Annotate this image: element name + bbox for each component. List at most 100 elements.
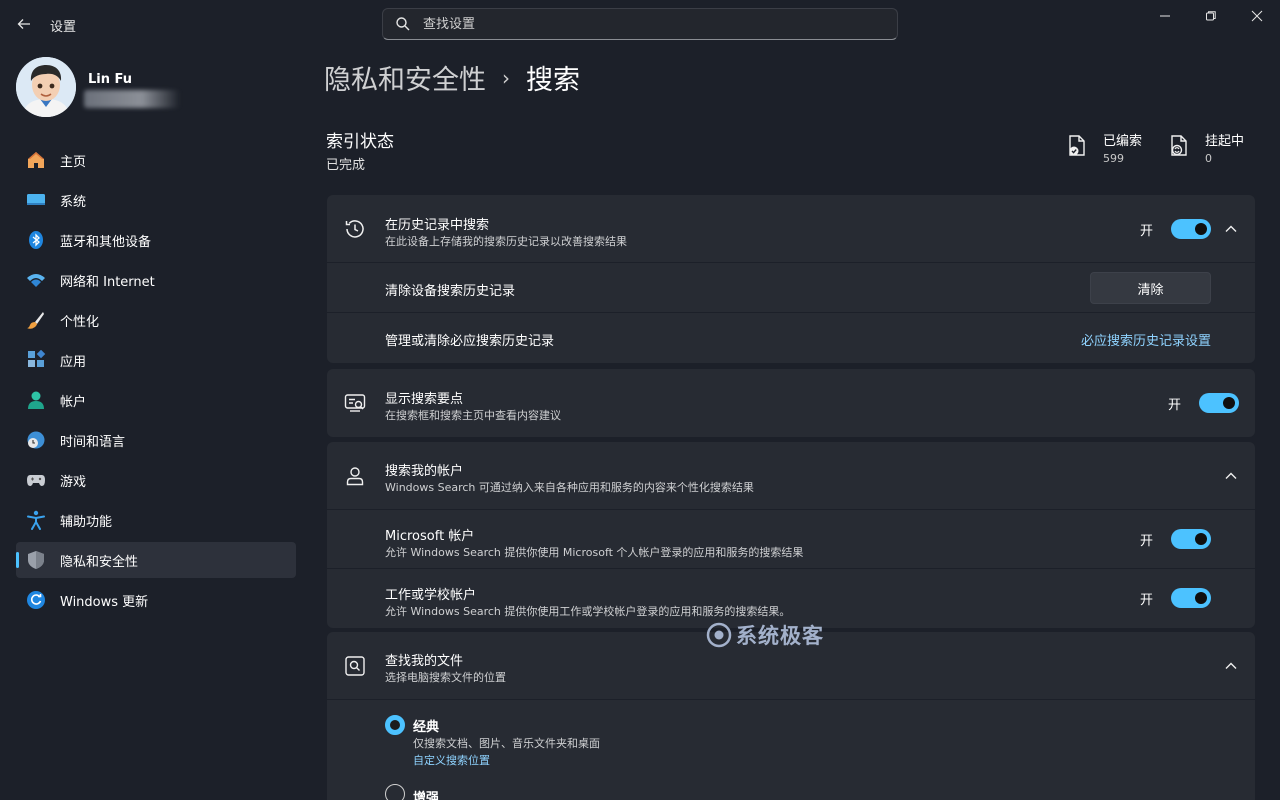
search-icon (396, 17, 410, 31)
sidebar-item-privacy-security[interactable]: 隐私和安全性 (16, 542, 296, 578)
search-highlights-title: 显示搜索要点 (385, 392, 464, 407)
close-button[interactable] (1234, 0, 1280, 32)
avatar-illustration-icon (16, 57, 76, 117)
app-title: 设置 (50, 20, 77, 35)
search-accounts-card: 搜索我的帐户 Windows Search 可通过纳入来自各种应用和服务的内容来… (327, 442, 1255, 628)
document-check-icon (1069, 135, 1085, 156)
sidebar-item-bluetooth[interactable]: 蓝牙和其他设备 (16, 222, 296, 258)
minimize-button[interactable] (1142, 0, 1188, 32)
breadcrumb: 隐私和安全性 › 搜索 (324, 58, 580, 97)
sidebar-item-gaming[interactable]: 游戏 (16, 462, 296, 498)
title-bar: 设置 (0, 0, 1280, 48)
back-arrow-icon (17, 19, 30, 29)
document-sync-icon (1171, 135, 1187, 156)
sidebar-item-network[interactable]: 网络和 Internet (16, 262, 296, 298)
search-highlights-toggle-wrap: 开 (1168, 393, 1239, 413)
sidebar-item-system[interactable]: 系统 (16, 182, 296, 218)
chevron-up-icon[interactable] (1223, 221, 1239, 237)
sidebar-item-personalization[interactable]: 个性化 (16, 302, 296, 338)
work-school-account-toggle[interactable] (1171, 588, 1211, 608)
find-my-files-desc: 选择电脑搜索文件的位置 (385, 671, 506, 684)
work-school-account-toggle-wrap: 开 (1140, 588, 1211, 608)
clear-button[interactable]: 清除 (1090, 272, 1211, 304)
system-icon (26, 190, 46, 210)
update-icon (26, 590, 46, 610)
microsoft-account-toggle-wrap: 开 (1140, 529, 1211, 549)
index-status-value: 已完成 (326, 158, 366, 173)
sidebar-item-time-language[interactable]: 时间和语言 (16, 422, 296, 458)
bluetooth-icon (26, 230, 46, 250)
bing-history-settings-link[interactable]: 必应搜索历史记录设置 (1081, 330, 1211, 349)
sidebar-item-apps[interactable]: 应用 (16, 342, 296, 378)
accessibility-icon (26, 510, 46, 530)
clock-globe-icon (26, 430, 46, 450)
index-status-title: 索引状态 (326, 132, 394, 152)
chevron-up-icon[interactable] (1223, 468, 1239, 484)
watermark: 系统极客 (706, 620, 824, 650)
sidebar-item-windows-update[interactable]: Windows 更新 (16, 582, 296, 618)
classic-desc: 仅搜索文档、图片、音乐文件夹和桌面 (413, 737, 600, 750)
search-history-title: 在历史记录中搜索 (385, 218, 490, 233)
file-search-icon (345, 656, 365, 676)
search-history-card: 在历史记录中搜索 在此设备上存储我的搜索历史记录以改善搜索结果 开 清除设备搜索… (327, 195, 1255, 363)
brush-icon (26, 310, 46, 330)
page-title: 搜索 (526, 65, 580, 96)
account-icon (26, 390, 46, 410)
search-accounts-row[interactable]: 搜索我的帐户 Windows Search 可通过纳入来自各种应用和服务的内容来… (327, 442, 1255, 510)
find-my-files-card: 查找我的文件 选择电脑搜索文件的位置 经典 仅搜索文档、图片、音乐文件夹和桌面 … (327, 632, 1255, 800)
customize-search-locations-link[interactable]: 自定义搜索位置 (413, 752, 490, 768)
close-icon (1251, 10, 1263, 22)
search-highlights-icon (344, 394, 366, 412)
search-highlights-card: 显示搜索要点 在搜索框和搜索主页中查看内容建议 开 (327, 369, 1255, 437)
work-school-account-desc: 允许 Windows Search 提供你使用工作或学校帐户登录的应用和服务的搜… (385, 605, 791, 618)
breadcrumb-separator: › (502, 65, 510, 90)
classic-radio[interactable] (385, 715, 405, 735)
sidebar-item-accessibility[interactable]: 辅助功能 (16, 502, 296, 538)
history-icon (345, 220, 364, 238)
search-history-desc: 在此设备上存储我的搜索历史记录以改善搜索结果 (385, 235, 627, 248)
breadcrumb-parent[interactable]: 隐私和安全性 (324, 58, 486, 97)
search-input[interactable] (423, 16, 863, 32)
shield-icon (26, 550, 46, 570)
microsoft-account-desc: 允许 Windows Search 提供你使用 Microsoft 个人帐户登录… (385, 546, 804, 559)
restore-icon (1206, 11, 1216, 21)
manage-bing-history-row: 管理或清除必应搜索历史记录 必应搜索历史记录设置 (327, 313, 1255, 363)
sidebar-nav: 主页 系统 蓝牙和其他设备 网络和 Internet 个性化 应用 帐户 时间和… (16, 142, 296, 622)
search-accounts-desc: Windows Search 可通过纳入来自各种应用和服务的内容来个性化搜索结果 (385, 481, 754, 494)
indexed-stat: 已编索 599 (1065, 130, 1142, 165)
settings-search-box[interactable] (382, 8, 898, 40)
home-icon (26, 150, 46, 170)
manage-bing-history-title: 管理或清除必应搜索历史记录 (385, 334, 555, 349)
wifi-icon (26, 270, 46, 290)
work-school-account-title: 工作或学校帐户 (385, 588, 477, 603)
chevron-up-icon[interactable] (1223, 658, 1239, 674)
pending-stat: 挂起中 0 (1167, 130, 1244, 165)
search-history-toggle[interactable] (1171, 219, 1211, 239)
search-highlights-desc: 在搜索框和搜索主页中查看内容建议 (385, 409, 561, 422)
search-history-toggle-wrap: 开 (1140, 219, 1211, 239)
search-history-row[interactable]: 在历史记录中搜索 在此设备上存储我的搜索历史记录以改善搜索结果 开 (327, 195, 1255, 263)
clear-history-row: 清除设备搜索历史记录 清除 (327, 263, 1255, 313)
restore-button[interactable] (1188, 0, 1234, 32)
apps-icon (26, 350, 46, 370)
search-mode-options: 经典 仅搜索文档、图片、音乐文件夹和桌面 自定义搜索位置 增强 (327, 700, 1255, 800)
search-highlights-toggle[interactable] (1199, 393, 1239, 413)
back-button[interactable] (10, 10, 38, 38)
microsoft-account-toggle[interactable] (1171, 529, 1211, 549)
clear-history-title: 清除设备搜索历史记录 (385, 284, 516, 299)
microsoft-account-title: Microsoft 帐户 (385, 529, 475, 544)
watermark-logo-icon (706, 622, 732, 648)
classic-title: 经典 (413, 720, 440, 735)
search-highlights-row[interactable]: 显示搜索要点 在搜索框和搜索主页中查看内容建议 开 (327, 369, 1255, 437)
find-my-files-title: 查找我的文件 (385, 654, 464, 669)
search-accounts-title: 搜索我的帐户 (385, 464, 464, 479)
enhanced-title: 增强 (413, 791, 440, 800)
avatar (16, 57, 76, 117)
user-profile[interactable]: Lin Fu (16, 57, 180, 117)
enhanced-radio[interactable] (385, 784, 405, 800)
sidebar-item-home[interactable]: 主页 (16, 142, 296, 178)
user-email-blurred (84, 90, 180, 108)
sidebar-item-accounts[interactable]: 帐户 (16, 382, 296, 418)
person-icon (346, 467, 364, 486)
user-name: Lin Fu (88, 72, 133, 87)
